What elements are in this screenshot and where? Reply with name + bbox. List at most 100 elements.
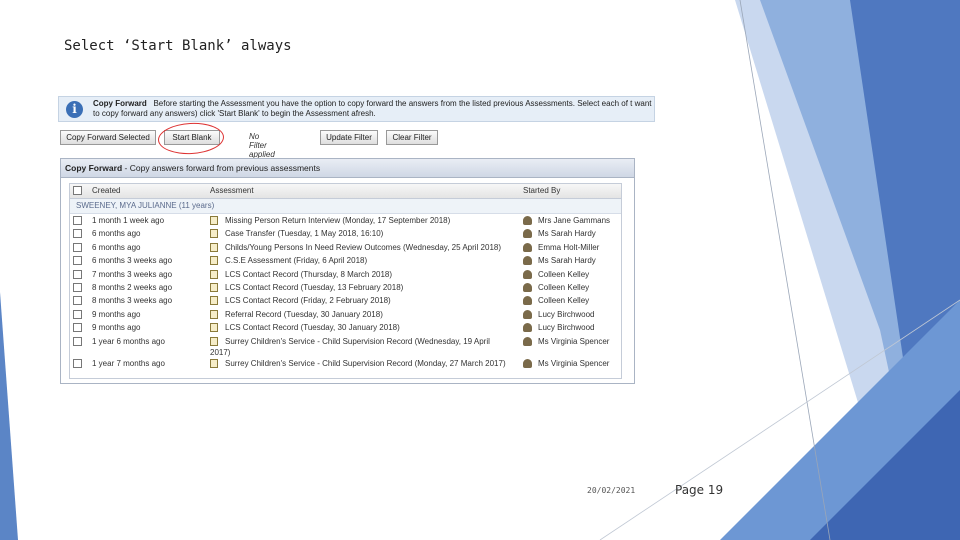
table-row[interactable]: 6 months ago Childs/Young Persons In Need… (70, 241, 621, 254)
person-icon (523, 309, 532, 319)
left-corner-shape (0, 292, 18, 540)
update-filter-button[interactable]: Update Filter (320, 130, 378, 145)
row-started-by: Emma Holt-Miller (538, 242, 600, 252)
row-assessment: Surrey Children's Service - Child Superv… (225, 358, 506, 368)
person-icon (523, 323, 532, 333)
row-checkbox[interactable] (73, 358, 82, 368)
grid-header: Created Assessment Started By (70, 184, 621, 199)
column-created[interactable]: Created (92, 184, 120, 198)
row-started-by: Colleen Kelley (538, 296, 590, 306)
row-created: 1 year 7 months ago (92, 358, 165, 368)
info-bar: i Copy Forward Before starting the Asses… (58, 96, 655, 122)
row-assessment: LCS Contact Record (Tuesday, 13 February… (225, 282, 404, 292)
row-checkbox[interactable] (73, 296, 82, 306)
person-icon (523, 242, 532, 252)
person-icon (523, 269, 532, 279)
row-created: 6 months ago (92, 229, 141, 239)
row-checkbox[interactable] (73, 216, 82, 225)
panel-title: Copy Forward (65, 163, 123, 173)
table-row[interactable]: 8 months 3 weeks ago LCS Contact Record (… (70, 294, 621, 307)
row-created: 1 month 1 week ago (92, 216, 165, 225)
person-icon (523, 358, 532, 368)
row-created: 8 months 3 weeks ago (92, 296, 173, 306)
document-icon (210, 216, 218, 225)
person-icon (523, 336, 532, 346)
row-created: 9 months ago (92, 323, 141, 333)
row-created: 6 months 3 weeks ago (92, 256, 173, 266)
table-row[interactable]: 8 months 2 weeks ago LCS Contact Record (… (70, 281, 621, 294)
row-checkbox[interactable] (73, 323, 82, 333)
row-created: 7 months 3 weeks ago (92, 269, 173, 279)
table-row[interactable]: 9 months ago Referral Record (Tuesday, 30… (70, 308, 621, 321)
row-checkbox[interactable] (73, 309, 82, 319)
row-assessment: Referral Record (Tuesday, 30 January 201… (225, 309, 383, 319)
row-created: 1 year 6 months ago (92, 336, 165, 346)
table-row[interactable]: 1 month 1 week ago Missing Person Return … (70, 214, 621, 227)
select-all-checkbox[interactable] (73, 186, 82, 195)
table-row[interactable]: 1 year 7 months ago Surrey Children's Ser… (70, 357, 621, 370)
info-text: Copy Forward Before starting the Assessm… (93, 99, 653, 119)
row-started-by: Lucy Birchwood (538, 309, 595, 319)
row-started-by: Ms Virginia Spencer (538, 358, 610, 368)
row-checkbox[interactable] (73, 256, 82, 266)
document-icon (210, 358, 218, 368)
row-started-by: Ms Sarah Hardy (538, 256, 596, 266)
row-checkbox[interactable] (73, 269, 82, 279)
row-assessment: Case Transfer (Tuesday, 1 May 2018, 16:1… (225, 229, 384, 239)
filter-status: No Filter applied (249, 132, 275, 159)
column-assessment[interactable]: Assessment (210, 184, 254, 198)
row-started-by: Colleen Kelley (538, 269, 590, 279)
table-row[interactable]: 7 months 3 weeks ago LCS Contact Record (… (70, 268, 621, 281)
row-created: 9 months ago (92, 309, 141, 319)
panel-subtitle: - Copy answers forward from previous ass… (124, 163, 321, 173)
row-started-by: Colleen Kelley (538, 282, 590, 292)
document-icon (210, 296, 218, 306)
person-icon (523, 256, 532, 266)
row-assessment: C.S.E Assessment (Friday, 6 April 2018) (225, 256, 368, 266)
row-checkbox[interactable] (73, 336, 82, 346)
document-icon (210, 309, 218, 319)
person-icon (523, 216, 532, 225)
row-checkbox[interactable] (73, 229, 82, 239)
row-created: 8 months 2 weeks ago (92, 282, 173, 292)
table-row[interactable]: 1 year 6 months ago Surrey Children's Ser… (70, 335, 621, 357)
row-created: 6 months ago (92, 242, 141, 252)
clear-filter-button[interactable]: Clear Filter (386, 130, 438, 145)
table-row[interactable]: 9 months ago LCS Contact Record (Tuesday,… (70, 321, 621, 334)
row-assessment: Surrey Children's Service - Child Superv… (210, 336, 490, 357)
slide-date: 20/02/2021 (587, 486, 636, 495)
row-started-by: Lucy Birchwood (538, 323, 595, 333)
assessment-grid: Created Assessment Started By SWEENEY, M… (69, 183, 622, 379)
person-icon (523, 282, 532, 292)
table-row[interactable]: 6 months 3 weeks ago C.S.E Assessment (Fr… (70, 254, 621, 267)
panel-header: Copy Forward - Copy answers forward from… (61, 159, 634, 178)
row-started-by: Ms Sarah Hardy (538, 229, 596, 239)
row-started-by: Ms Virginia Spencer (538, 336, 610, 346)
slide-title: Select ‘Start Blank’ always (64, 38, 292, 54)
row-assessment: LCS Contact Record (Thursday, 8 March 20… (225, 269, 393, 279)
page-number: Page 19 (675, 483, 724, 497)
document-icon (210, 323, 218, 333)
row-assessment: LCS Contact Record (Friday, 2 February 2… (225, 296, 391, 306)
row-assessment: Childs/Young Persons In Need Review Outc… (225, 242, 502, 252)
row-started-by: Mrs Jane Gammans (538, 216, 611, 225)
column-started-by[interactable]: Started By (523, 184, 560, 198)
document-icon (210, 242, 218, 252)
person-icon (523, 296, 532, 306)
document-icon (210, 282, 218, 292)
info-body: Before starting the Assessment you have … (93, 99, 652, 118)
row-checkbox[interactable] (73, 282, 82, 292)
copy-forward-panel: Copy Forward - Copy answers forward from… (60, 158, 635, 384)
document-icon (210, 269, 218, 279)
table-row[interactable]: 6 months ago Case Transfer (Tuesday, 1 Ma… (70, 227, 621, 240)
document-icon (210, 229, 218, 239)
screenshot-area: i Copy Forward Before starting the Asses… (58, 96, 655, 386)
start-blank-annotation-circle (157, 121, 225, 156)
info-icon: i (66, 101, 83, 118)
copy-forward-selected-button[interactable]: Copy Forward Selected (60, 130, 156, 145)
row-checkbox[interactable] (73, 242, 82, 252)
group-row: SWEENEY, MYA JULIANNE (11 years) (70, 199, 621, 214)
person-icon (523, 229, 532, 239)
row-assessment: LCS Contact Record (Tuesday, 30 January … (225, 323, 400, 333)
row-assessment: Missing Person Return Interview (Monday,… (225, 216, 451, 225)
